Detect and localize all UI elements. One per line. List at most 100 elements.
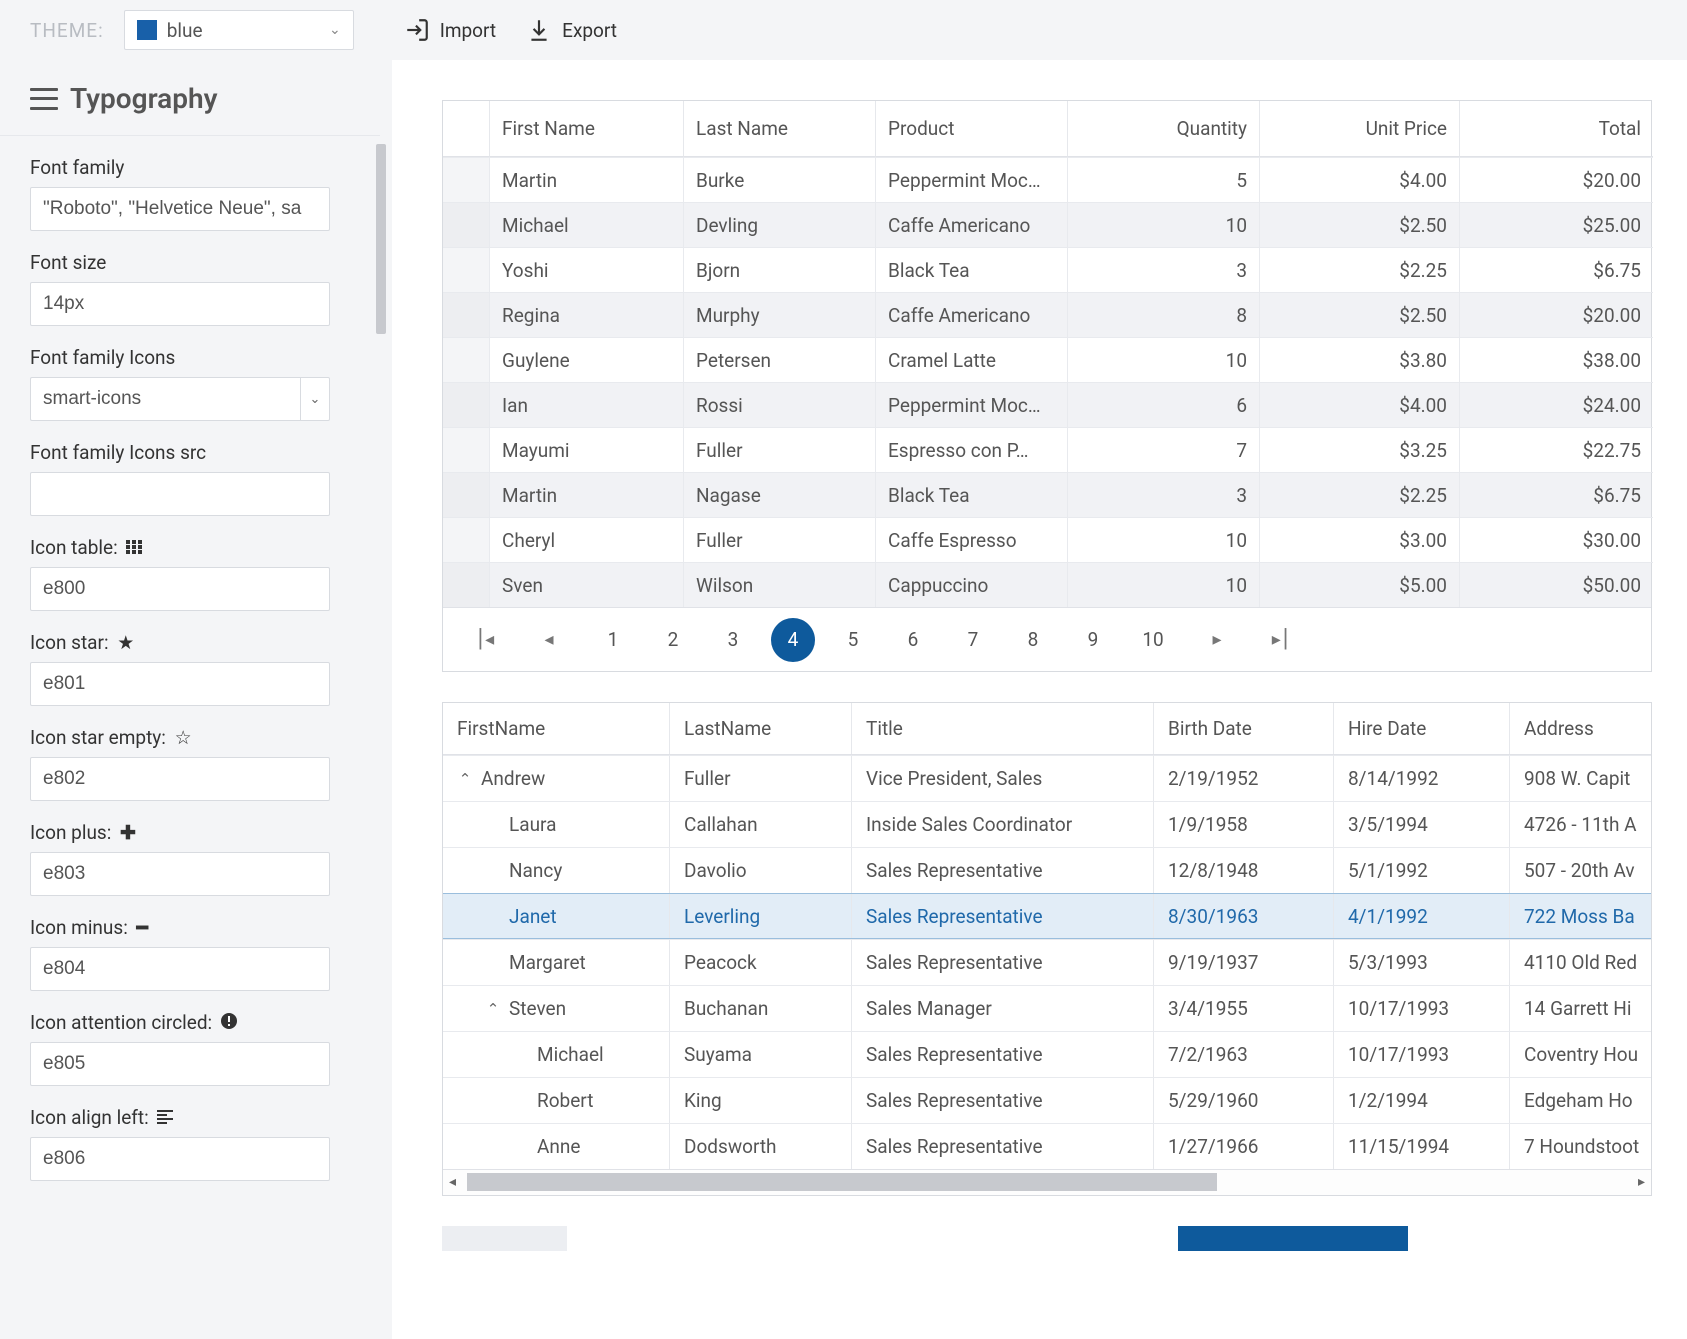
hscrollbar-thumb[interactable] [467,1173,1217,1191]
page-1[interactable]: 1 [591,618,635,662]
dropdown-button[interactable]: ⌄ [300,377,330,421]
cell-product: Peppermint Moc… [875,157,1067,202]
tree-row[interactable]: MargaretPeacockSales Representative9/19/… [443,939,1651,985]
export-button[interactable]: Export [526,17,617,43]
tcol-lastname[interactable]: LastName [669,703,851,754]
col-product[interactable]: Product [875,101,1067,157]
pager-next[interactable]: ▸ [1195,618,1239,662]
input-icon-star-empty[interactable] [30,757,330,801]
page-3[interactable]: 3 [711,618,755,662]
pager-last[interactable]: ▸⎮ [1259,618,1303,662]
col-unit-price[interactable]: Unit Price [1259,101,1459,157]
row-header[interactable] [443,427,489,472]
input-icon-plus[interactable] [30,852,330,896]
table-row[interactable]: MartinBurkePeppermint Moc…5$4.00$20.00 [443,157,1651,202]
row-header[interactable] [443,382,489,427]
tcol-title[interactable]: Title [851,703,1153,754]
page-5[interactable]: 5 [831,618,875,662]
row-header[interactable] [443,202,489,247]
sidebar-scrollbar[interactable] [374,144,388,1303]
page-8[interactable]: 8 [1011,618,1055,662]
tree-row[interactable]: NancyDavolioSales Representative12/8/194… [443,847,1651,893]
col-last-name[interactable]: Last Name [683,101,875,157]
cell-last: Bjorn [683,247,875,292]
chevron-up-icon[interactable]: ⌃ [485,1000,501,1018]
row-header[interactable] [443,292,489,337]
table-row[interactable]: IanRossiPeppermint Moc…6$4.00$24.00 [443,382,1651,427]
tcell-addr: 14 Garrett Hi [1509,986,1653,1031]
theme-select[interactable]: blue ⌄ [124,10,354,50]
theme-label: THEME: [30,19,104,42]
menu-icon[interactable] [30,88,58,110]
tree-row[interactable]: MichaelSuyamaSales Representative7/2/196… [443,1031,1651,1077]
pager-prev[interactable]: ◂ [527,618,571,662]
cell-total: $20.00 [1459,157,1653,202]
col-quantity[interactable]: Quantity [1067,101,1259,157]
tcell-last: Suyama [669,1032,851,1077]
input-icon-attention[interactable] [30,1042,330,1086]
scroll-left-icon[interactable]: ◂ [449,1174,456,1190]
tcol-address[interactable]: Address [1509,703,1653,754]
table-row[interactable]: CherylFullerCaffe Espresso10$3.00$30.00 [443,517,1651,562]
tree-row[interactable]: JanetLeverlingSales Representative8/30/1… [443,893,1651,939]
page-2[interactable]: 2 [651,618,695,662]
tree-row[interactable]: LauraCallahanInside Sales Coordinator1/9… [443,801,1651,847]
row-header[interactable] [443,337,489,382]
tcell-addr: 722 Moss Ba [1509,894,1653,938]
cell-last: Fuller [683,427,875,472]
page-7[interactable]: 7 [951,618,995,662]
page-4[interactable]: 4 [771,618,815,662]
pager-first[interactable]: ⎮◂ [463,618,507,662]
cell-price: $2.25 [1259,247,1459,292]
input-icon-align-left[interactable] [30,1137,330,1181]
input-font-family-icons-src[interactable] [30,472,330,516]
row-header[interactable] [443,517,489,562]
table-row[interactable]: MayumiFullerEspresso con P…7$3.25$22.75 [443,427,1651,472]
cell-total: $22.75 [1459,427,1653,472]
tcell-addr: 4726 - 11th A [1509,802,1653,847]
import-button[interactable]: Import [404,17,496,43]
row-header[interactable] [443,247,489,292]
tree-row[interactable]: RobertKingSales Representative5/29/19601… [443,1077,1651,1123]
input-font-family[interactable] [30,187,330,231]
page-9[interactable]: 9 [1071,618,1115,662]
tree-row[interactable]: AnneDodsworthSales Representative1/27/19… [443,1123,1651,1169]
col-first-name[interactable]: First Name [489,101,683,157]
input-font-family-icons[interactable] [30,377,300,421]
tcol-birth[interactable]: Birth Date [1153,703,1333,754]
row-header[interactable] [443,562,489,607]
row-header[interactable] [443,157,489,202]
cell-qty: 8 [1067,292,1259,337]
table-row[interactable]: MichaelDevlingCaffe Americano10$2.50$25.… [443,202,1651,247]
input-font-size[interactable] [30,282,330,326]
page-6[interactable]: 6 [891,618,935,662]
scrollbar-thumb[interactable] [376,144,386,334]
col-total[interactable]: Total [1459,101,1653,157]
scroll-right-icon[interactable]: ▸ [1638,1174,1645,1190]
label-font-family-icons: Font family Icons [30,346,350,369]
input-icon-minus[interactable] [30,947,330,991]
tcell-title: Sales Representative [851,894,1153,938]
theme-value: blue [167,19,319,42]
table-row[interactable]: YoshiBjornBlack Tea3$2.25$6.75 [443,247,1651,292]
chevron-up-icon[interactable]: ⌃ [457,770,473,788]
tcell-birth: 8/30/1963 [1153,894,1333,938]
table-row[interactable]: SvenWilsonCappuccino10$5.00$50.00 [443,562,1651,607]
row-header[interactable] [443,472,489,517]
table-row[interactable]: GuylenePetersenCramel Latte10$3.80$38.00 [443,337,1651,382]
page-10[interactable]: 10 [1131,618,1175,662]
input-icon-star[interactable] [30,662,330,706]
tcell-last: Buchanan [669,986,851,1031]
cell-product: Caffe Americano [875,202,1067,247]
orders-grid: First Name Last Name Product Quantity Un… [442,100,1652,672]
table-row[interactable]: ReginaMurphyCaffe Americano8$2.50$20.00 [443,292,1651,337]
tree-row[interactable]: ⌃AndrewFullerVice President, Sales2/19/1… [443,755,1651,801]
tree-row[interactable]: ⌃StevenBuchananSales Manager3/4/195510/1… [443,985,1651,1031]
tree-hscrollbar[interactable]: ◂ ▸ [443,1169,1651,1195]
tcol-hire[interactable]: Hire Date [1333,703,1509,754]
cell-last: Murphy [683,292,875,337]
input-icon-table[interactable] [30,567,330,611]
cell-first: Martin [489,157,683,202]
table-row[interactable]: MartinNagaseBlack Tea3$2.25$6.75 [443,472,1651,517]
tcol-firstname[interactable]: FirstName [443,703,669,754]
